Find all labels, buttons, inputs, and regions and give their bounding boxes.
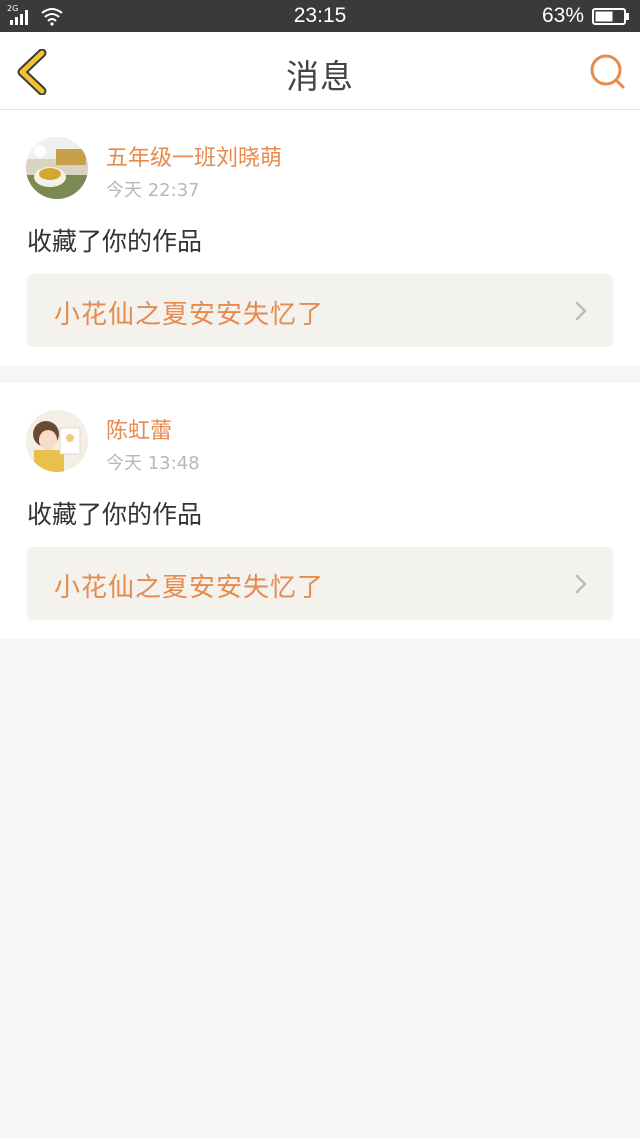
battery-percent: 63% — [541, 4, 584, 27]
message-action: 收藏了你的作品 — [27, 500, 203, 529]
nav-bar: 消息 — [0, 32, 640, 110]
work-title: 小花仙之夏安安失忆了 — [54, 573, 325, 603]
chevron-right-icon — [575, 301, 587, 321]
message-card: 陈虹蕾 今天 13:48 收藏了你的作品 小花仙之夏安安失忆了 — [0, 383, 640, 639]
avatar[interactable] — [26, 410, 88, 472]
message-time: 今天 22:37 — [106, 180, 200, 201]
sender-name[interactable]: 陈虹蕾 — [106, 413, 172, 445]
avatar[interactable] — [26, 137, 88, 199]
message-action: 收藏了你的作品 — [27, 227, 203, 256]
work-link[interactable]: 小花仙之夏安安失忆了 — [27, 274, 613, 347]
sender-name[interactable]: 五年级一班刘晓萌 — [106, 140, 282, 172]
search-icon[interactable] — [588, 52, 626, 90]
message-card: 五年级一班刘晓萌 今天 22:37 收藏了你的作品 小花仙之夏安安失忆了 — [0, 110, 640, 366]
work-link[interactable]: 小花仙之夏安安失忆了 — [27, 547, 613, 620]
page-title: 消息 — [286, 57, 354, 96]
battery-icon — [592, 8, 629, 25]
chevron-right-icon — [575, 574, 587, 594]
work-title: 小花仙之夏安安失忆了 — [54, 300, 325, 330]
status-bar: 2G 23:15 63% — [0, 0, 640, 32]
message-time: 今天 13:48 — [106, 453, 200, 474]
message-list: 五年级一班刘晓萌 今天 22:37 收藏了你的作品 小花仙之夏安安失忆了 陈虹蕾… — [0, 110, 640, 656]
